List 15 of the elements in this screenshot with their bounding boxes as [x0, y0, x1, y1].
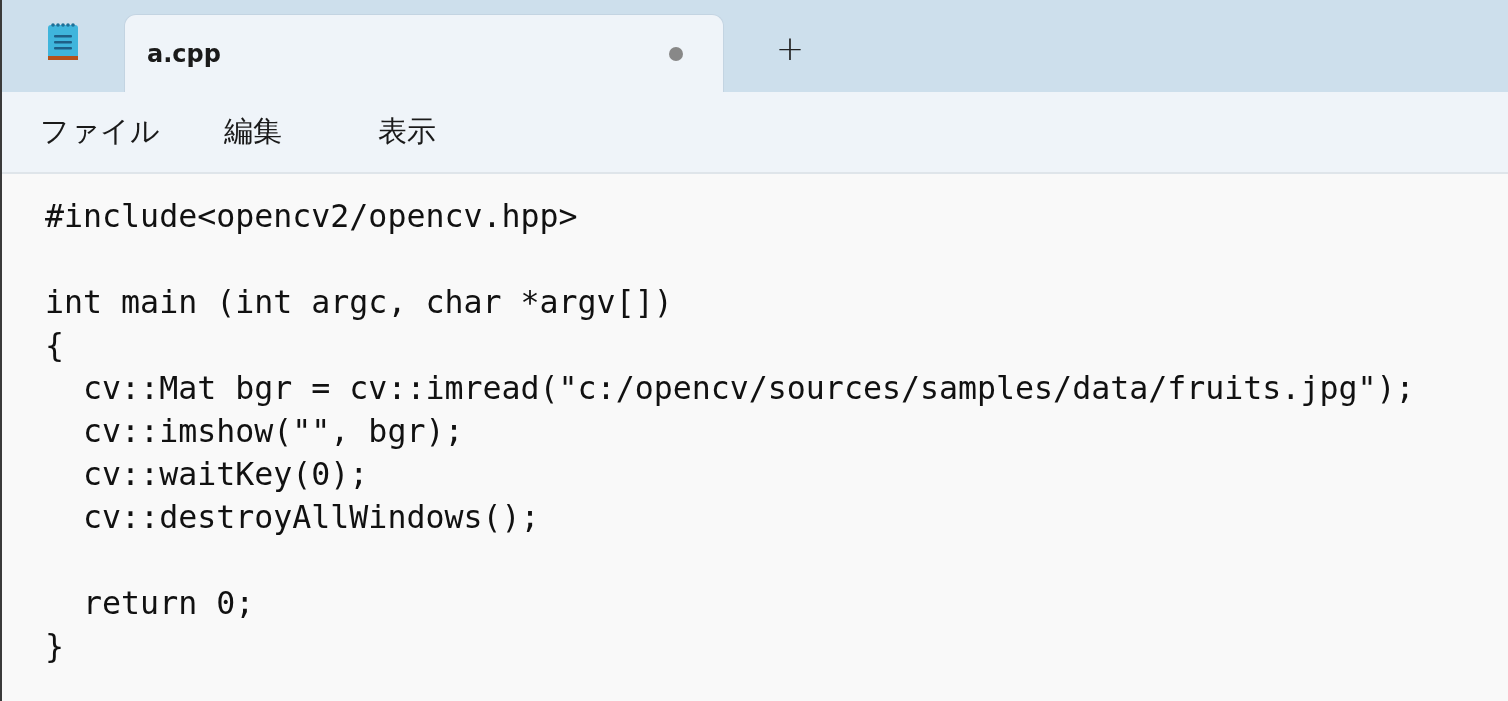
- code-line: }: [45, 627, 65, 666]
- menu-item[interactable]: 表示: [362, 106, 482, 158]
- code-line: int main (int argc, char *argv[]): [45, 283, 673, 322]
- file-tab[interactable]: a.cpp: [124, 14, 724, 92]
- code-line: cv::imshow("", bgr);: [82, 412, 464, 451]
- new-tab-button[interactable]: +: [768, 26, 812, 70]
- code-line: cv::destroyAllWindows();: [82, 498, 540, 537]
- menu-item[interactable]: 編集: [208, 106, 348, 158]
- menu-item[interactable]: ファイル: [24, 106, 194, 158]
- notepad-icon: [46, 21, 80, 63]
- code-line: #include<opencv2/opencv.hpp>: [45, 197, 578, 236]
- code-line: {: [45, 326, 65, 365]
- code-line: cv::Mat bgr = cv::imread("c:/opencv/sources/samples/data/fruits.jpg");: [82, 369, 1415, 408]
- code-line: cv::waitKey(0);: [82, 455, 369, 494]
- code-line: return 0;: [82, 584, 255, 623]
